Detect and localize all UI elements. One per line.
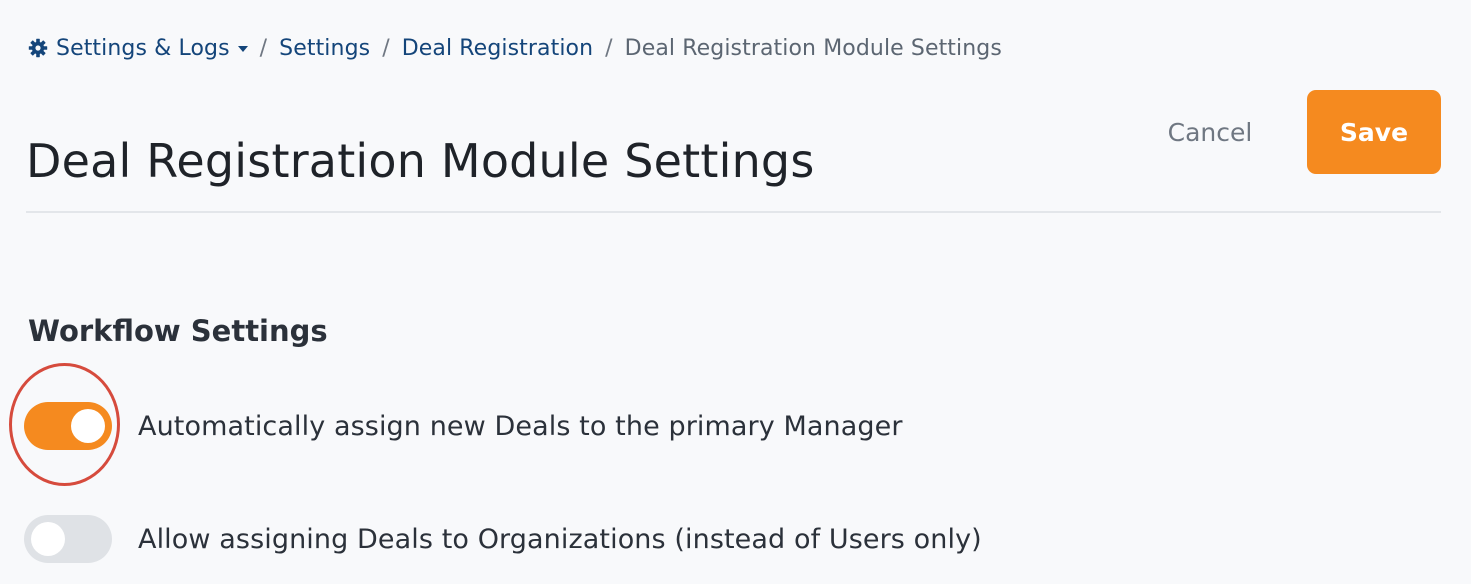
- cancel-button[interactable]: Cancel: [1140, 104, 1280, 160]
- toggle-knob: [31, 522, 65, 556]
- breadcrumb-deal-registration-link[interactable]: Deal Registration: [402, 36, 593, 61]
- breadcrumb-separator: /: [259, 35, 268, 61]
- breadcrumb-separator: /: [382, 35, 390, 61]
- breadcrumb-current-page: Deal Registration Module Settings: [624, 35, 1002, 61]
- auto-assign-primary-manager-setting: Automatically assign new Deals to the pr…: [24, 402, 903, 450]
- page-title: Deal Registration Module Settings: [26, 133, 815, 188]
- breadcrumb: Settings & Logs / Settings / Deal Regist…: [28, 30, 1002, 66]
- breadcrumb-settings-link[interactable]: Settings: [279, 36, 370, 61]
- workflow-settings-heading: Workflow Settings: [28, 314, 328, 349]
- gear-icon: [28, 38, 48, 58]
- header-divider: [26, 211, 1441, 213]
- assign-to-organizations-toggle[interactable]: [24, 515, 112, 563]
- assign-to-organizations-setting: Allow assigning Deals to Organizations (…: [24, 515, 982, 563]
- auto-assign-primary-manager-label: Automatically assign new Deals to the pr…: [138, 410, 903, 442]
- save-button[interactable]: Save: [1307, 90, 1441, 174]
- auto-assign-primary-manager-toggle[interactable]: [24, 402, 112, 450]
- caret-down-icon: [237, 46, 248, 52]
- toggle-knob: [71, 409, 105, 443]
- breadcrumb-settings-logs-dropdown[interactable]: Settings & Logs: [28, 36, 248, 61]
- breadcrumb-settings-logs-label: Settings & Logs: [56, 35, 230, 61]
- deal-registration-settings-page: Settings & Logs / Settings / Deal Regist…: [0, 0, 1471, 584]
- assign-to-organizations-label: Allow assigning Deals to Organizations (…: [138, 523, 982, 555]
- breadcrumb-separator: /: [605, 35, 613, 61]
